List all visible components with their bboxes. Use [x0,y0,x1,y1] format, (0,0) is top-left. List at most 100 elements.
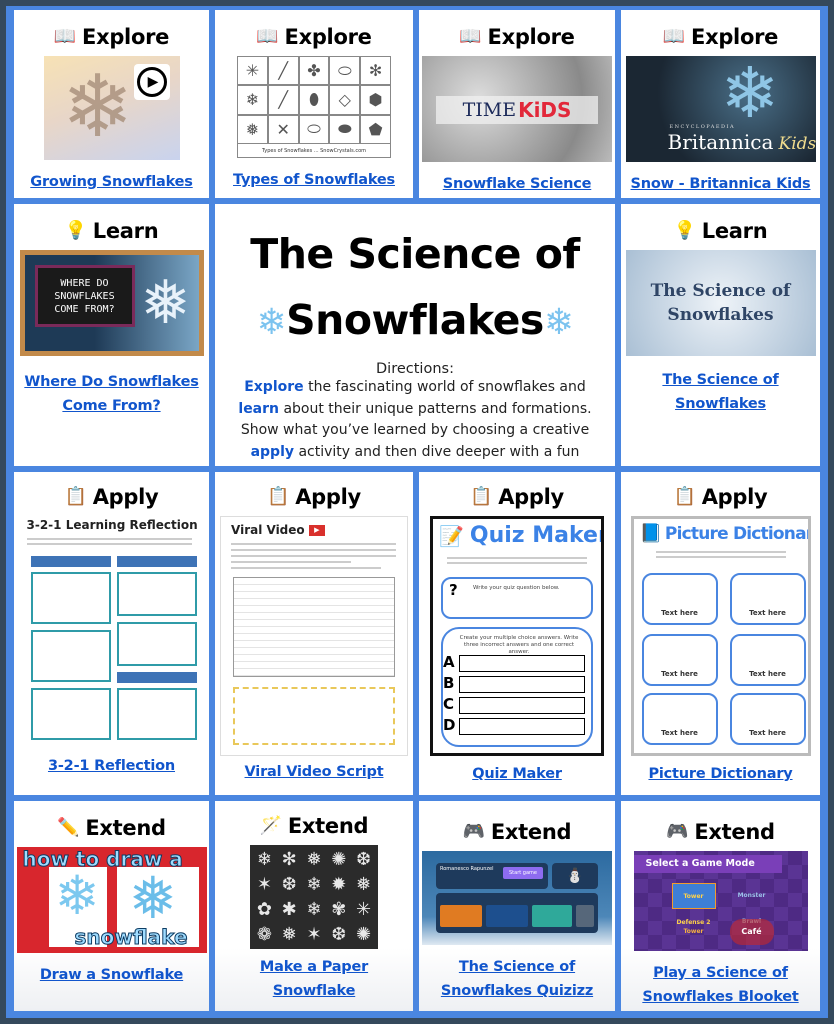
link-snow-britannica-kids[interactable]: Snow - Britannica Kids [625,172,817,196]
heading-text: Learn [701,219,768,243]
viral-video-worksheet-thumbnail[interactable]: Viral Video ▶ [220,516,408,756]
picture-box: Text here [641,693,718,745]
powerup-tile [532,905,572,927]
title-cell: The Science of ❄Snowflakes❄ Directions: … [215,204,615,466]
option-label: C [443,695,455,713]
video-icon: ▶ [308,525,325,536]
thumb-text-top: how to draw a [22,847,183,872]
snowflake-icon: ✺ [331,849,347,870]
snowflake-types-chart[interactable]: ✳ ╱ ✤ ⬭ ✻ ❄ ╱ ⬮ ◇ ⬢ ❅ ✕ ⬭ ⬬ ⬟ Types of Snowflakes ..… [237,56,391,158]
link-line: Snowflakes Blooket [642,989,799,1005]
link-viral-video-script[interactable]: Viral Video Script [239,760,390,784]
link-3-2-1-reflection[interactable]: 3-2-1 Reflection [42,754,181,778]
snowflake-icon: ❄ [61,57,134,157]
explore-heading: 📖 Explore [663,24,778,50]
paper-snowflakes-thumbnail[interactable]: ❄ ✻ ❅ ✺ ❆ ✶ ❆ ❄ ✹ ❅ ✿ ✱ ❄ ✾ ✳ ❁ ❅ ✶ ❆ ✺ [250,845,378,949]
link-quiz-maker[interactable]: Quiz Maker [466,762,568,786]
science-of-snowflakes-thumbnail[interactable]: The Science of Snowflakes [625,250,816,356]
link-growing-snowflakes[interactable]: Growing Snowflakes [24,170,198,194]
ws-script-box [233,687,395,745]
game-mode-monster-brawl: Monster Brawl [737,892,766,925]
draw-a-snowflake-thumbnail[interactable]: ❄ ❅ how to draw a snowflake [16,847,207,953]
chalk-line: WHERE DO [60,277,109,289]
ws-line [231,549,396,551]
link-line: Snowflakes [675,396,766,412]
where-do-snowflakes-thumbnail[interactable]: WHERE DO SNOWFLAKES COME FROM? ❅ [19,250,204,356]
apply-heading: 📋 Apply [674,484,768,510]
snowflake-icon: ❆ [356,849,372,870]
brand-kids: Kids [778,134,816,154]
quiz-maker-worksheet-thumbnail[interactable]: 📝 Quiz Maker ? Write your quiz question … [430,516,604,756]
snowflake-video-thumbnail[interactable]: ❄ ▶ [43,56,180,160]
play-icon: ▶ [136,67,167,97]
clipboard-checklist-icon: 📋 [64,486,87,507]
brand-time: TIME [462,99,517,121]
book-lightbulb-icon: 📖 [459,26,482,47]
learn-heading: 💡 Learn [65,218,159,244]
link-make-a-paper-snowflake[interactable]: Make a Paper Snowflake [254,955,374,1003]
answer-line [459,697,585,714]
choice-board: 📖 Explore ❄ ▶ Growing Snowflakes 📖 Explo… [6,6,828,1018]
snowflake-icon: ❄ [54,864,100,927]
extend-cell-1: ✏️ Extend ❄ ❅ how to draw a snowflake Dr… [14,801,209,1011]
ws-title: 3-2-1 Learning Reflection [26,518,198,532]
link-line: Make a Paper [259,959,369,975]
snowflake-icon: ✾ [331,899,347,920]
directions-span: about their unique patterns and formatio… [240,400,592,439]
link-play-science-of-snowflakes-blooket[interactable]: Play a Science of Snowflakes Blooket [636,961,804,1009]
extend-cell-4: 🎮 Extend Select a Game Mode Tower Defens… [621,801,820,1011]
britannica-kids-banner[interactable]: ❄ ENCYCLOPAEDIA Britannica Kids [625,56,816,162]
ws-bar-learn-more [116,672,197,683]
clipboard-checklist-icon: 📋 [673,486,696,507]
picture-box: Text here [641,573,718,625]
snowflake-icon: ❅ [281,924,297,945]
snowflake-icon: ✺ [356,924,372,945]
link-science-of-snowflakes-quizizz[interactable]: The Science of Snowflakes Quizizz [435,955,599,1003]
book-lightbulb-icon: 📖 [53,26,77,47]
picture-dictionary-worksheet-thumbnail[interactable]: 📘 Picture Dictionary Text here Text here… [630,516,811,756]
ws-title-row: 3-2-1 Learning Reflection 💡 [27,518,201,532]
game-mode-header: Select a Game Mode [633,855,782,873]
ws-bar-connections [116,556,197,567]
link-where-do-snowflakes-come-from[interactable]: Where Do Snowflakes Come From? [18,370,204,418]
thumb-text-bottom: snowflake [74,925,188,950]
directions-span: the fascinating world of snowflakes and [303,379,586,395]
ws-title-row: 📘 Picture Dictionary [640,523,808,544]
snowflake-icon: ❅ [140,268,191,338]
link-picture-dictionary[interactable]: Picture Dictionary [642,762,798,786]
ws-box [116,688,197,740]
ws-line [231,555,396,557]
ws-text-box [233,577,395,677]
quizizz-thumbnail[interactable]: Romanesco Rapunzel Start game ⛄ [422,851,612,945]
heading-text: Apply [92,485,159,509]
game-mode-cafe: Café [729,919,774,945]
link-line: Come From? [62,398,161,414]
reflection-worksheet-thumbnail[interactable]: 3-2-1 Learning Reflection 💡 [22,516,201,748]
link-draw-a-snowflake[interactable]: Draw a Snowflake [34,963,189,987]
apply-cell-3: 📋 Apply 📝 Quiz Maker ? Write your quiz q… [419,472,615,795]
snowflake-icon: ❆ [281,874,297,895]
blooket-thumbnail[interactable]: Select a Game Mode Tower Defense 2 Monst… [633,851,808,951]
link-line: Snowflake [272,983,356,999]
question-prompt: Write your quiz question below. [473,585,560,591]
play-button[interactable]: ▶ [133,64,170,100]
apply-cell-4: 📋 Apply 📘 Picture Dictionary Text here T… [621,472,820,795]
quizizz-name-card: Romanesco Rapunzel Start game [436,863,548,889]
question-box: ? Write your quiz question below. [441,577,593,619]
snowflake-icon: ❄ [256,849,272,870]
extend-cell-3: 🎮 Extend Romanesco Rapunzel Start game ⛄… [419,801,615,1011]
link-the-science-of-snowflakes[interactable]: The Science of Snowflakes [656,368,784,416]
clipboard-checklist-icon: 📋 [470,486,493,507]
heading-text: Learn [92,219,159,243]
link-line: The Science of [458,959,576,975]
ws-line [231,543,396,545]
learn-cell-1: 💡 Learn WHERE DO SNOWFLAKES COME FROM? ❅… [14,204,209,466]
link-types-of-snowflakes[interactable]: Types of Snowflakes [227,168,401,192]
ws-box [30,630,111,682]
link-snowflake-science[interactable]: Snowflake Science [437,172,598,196]
types-grid: ✳ ╱ ✤ ⬭ ✻ ❄ ╱ ⬮ ◇ ⬢ ❅ ✕ ⬭ ⬬ ⬟ [237,56,391,144]
snowflake-icon: ✿ [256,899,272,920]
time-kids-banner[interactable]: TIME KiDS [422,56,612,162]
game-controller-icon: 🎮 [462,821,485,842]
answer-line [459,655,585,672]
